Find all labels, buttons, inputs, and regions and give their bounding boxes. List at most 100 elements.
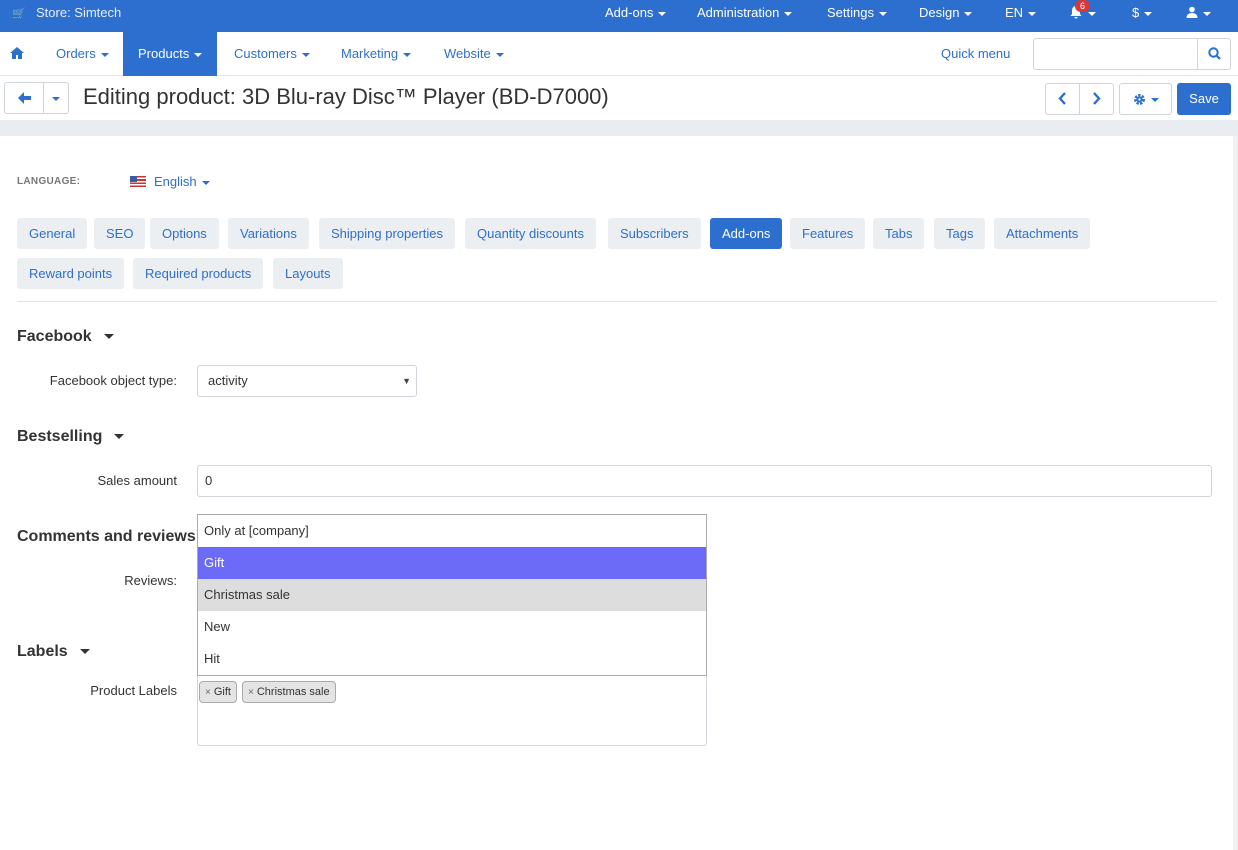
- top-menu-label: EN: [1005, 5, 1024, 20]
- tab-required-products[interactable]: Required products: [133, 258, 264, 289]
- chip-label: Gift: [213, 686, 231, 698]
- chevron-down-icon: [658, 11, 667, 16]
- currency-menu[interactable]: $: [1132, 0, 1153, 26]
- tab-attachments[interactable]: Attachments: [994, 218, 1091, 249]
- chevron-down-icon: [1144, 11, 1153, 16]
- tab-layouts[interactable]: Layouts: [273, 258, 343, 289]
- selected-label-chip: × Christmas sale: [242, 681, 336, 703]
- facebook-object-type-label: Facebook object type:: [49, 373, 177, 388]
- nav-customers[interactable]: Customers: [234, 32, 310, 76]
- bestselling-section-toggle[interactable]: Bestselling: [17, 428, 125, 446]
- labels-section-toggle[interactable]: Labels: [17, 643, 90, 661]
- gear-icon: [1133, 94, 1145, 105]
- chevron-down-icon: [784, 11, 793, 16]
- dropdown-option-selected[interactable]: Gift: [198, 547, 706, 579]
- top-menu-design[interactable]: Design: [919, 0, 973, 26]
- tab-tags[interactable]: Tags: [934, 218, 986, 249]
- top-menu-label: Add-ons: [605, 5, 654, 20]
- nav-website[interactable]: Website: [444, 32, 504, 76]
- chevron-down-icon: [1088, 11, 1096, 16]
- previous-product-button[interactable]: [1045, 83, 1080, 115]
- selected-label-chip: × Gift: [199, 681, 237, 703]
- settings-dropdown-button[interactable]: [1119, 83, 1172, 115]
- nav-label: Customers: [234, 46, 297, 61]
- tab-variations[interactable]: Variations: [228, 218, 309, 249]
- language-value: English: [154, 174, 197, 189]
- dropdown-option[interactable]: New: [198, 611, 706, 643]
- nav-marketing[interactable]: Marketing: [341, 32, 412, 76]
- sales-amount-label: Sales amount: [97, 473, 178, 488]
- dropdown-option[interactable]: Only at [company]: [198, 515, 706, 547]
- nav-products[interactable]: Products: [123, 32, 218, 76]
- labels-dropdown-list: Only at [company] Gift Christmas sale Ne…: [197, 514, 707, 676]
- caret-down-icon: [79, 649, 90, 655]
- chevron-down-icon: [1203, 11, 1211, 16]
- dropdown-option[interactable]: Hit: [198, 643, 706, 675]
- tab-subscribers[interactable]: Subscribers: [608, 218, 701, 249]
- cart-icon: 🛒: [12, 8, 26, 20]
- store-name: Store: Simtech: [36, 5, 122, 20]
- chip-label: Christmas sale: [256, 686, 330, 698]
- facebook-section-toggle[interactable]: Facebook: [17, 328, 114, 346]
- reviews-label: Reviews:: [124, 573, 177, 588]
- back-dropdown-button[interactable]: [43, 82, 69, 114]
- nav-orders[interactable]: Orders: [56, 32, 109, 76]
- language-selector[interactable]: English: [130, 174, 210, 189]
- chevron-down-icon: [201, 180, 210, 185]
- chevron-down-icon: [878, 11, 887, 16]
- remove-chip-icon[interactable]: ×: [205, 687, 211, 698]
- page-scrollbar[interactable]: [1233, 136, 1238, 850]
- chevron-down-icon: [100, 52, 109, 57]
- tab-general[interactable]: General: [17, 218, 88, 249]
- user-menu[interactable]: [1186, 0, 1211, 26]
- store-link[interactable]: 🛒 Store: Simtech: [12, 0, 121, 26]
- top-menu-language[interactable]: EN: [1005, 0, 1037, 26]
- chevron-down-icon: [1028, 11, 1037, 16]
- nav-label: Marketing: [341, 46, 399, 61]
- tab-tabs[interactable]: Tabs: [873, 218, 925, 249]
- title-bar: Editing product: 3D Blu-ray Disc™ Player…: [0, 76, 1238, 122]
- chevron-down-icon: [403, 52, 412, 57]
- main-nav: Orders Products Customers Marketing Webs…: [0, 32, 1238, 76]
- tab-shipping-properties[interactable]: Shipping properties: [319, 218, 456, 249]
- top-menu-label: Design: [919, 5, 960, 20]
- select-arrow-icon: ▼: [402, 376, 411, 386]
- top-bar: 🛒 Store: Simtech Add-ons Administration S…: [0, 0, 1238, 32]
- search-button[interactable]: [1197, 39, 1230, 69]
- home-button[interactable]: [10, 32, 24, 76]
- remove-chip-icon[interactable]: ×: [248, 687, 254, 698]
- sales-amount-input[interactable]: 0: [197, 465, 1212, 497]
- facebook-object-type-select[interactable]: activity ▼: [197, 365, 417, 397]
- next-product-button[interactable]: [1079, 83, 1114, 115]
- search-box: [1033, 38, 1231, 70]
- caret-down-icon: [114, 434, 125, 440]
- tab-options[interactable]: Options: [150, 218, 219, 249]
- tab-seo[interactable]: SEO: [94, 218, 146, 249]
- chevron-down-icon: [301, 52, 310, 57]
- tabs-divider: [17, 301, 1217, 302]
- chevron-down-icon: [964, 11, 973, 16]
- back-button[interactable]: [4, 82, 44, 114]
- top-menu-settings[interactable]: Settings: [827, 0, 887, 26]
- save-button[interactable]: Save: [1177, 83, 1231, 115]
- currency-label: $: [1132, 5, 1140, 20]
- top-menu-addons[interactable]: Add-ons: [605, 0, 667, 26]
- tab-reward-points[interactable]: Reward points: [17, 258, 125, 289]
- select-value: activity: [208, 373, 248, 388]
- quick-menu-link[interactable]: Quick menu: [941, 32, 1010, 76]
- tab-features[interactable]: Features: [790, 218, 866, 249]
- product-labels-label: Product Labels: [90, 683, 177, 698]
- search-icon: [1207, 47, 1221, 60]
- tab-quantity-discounts[interactable]: Quantity discounts: [465, 218, 596, 249]
- tab-addons[interactable]: Add-ons: [710, 218, 783, 249]
- chevron-down-icon: [194, 52, 203, 57]
- section-title: Labels: [17, 643, 68, 660]
- top-menu-administration[interactable]: Administration: [697, 0, 793, 26]
- product-labels-multiselect[interactable]: × Gift × Christmas sale: [197, 676, 707, 746]
- dropdown-option-highlighted[interactable]: Christmas sale: [198, 579, 706, 611]
- nav-label: Website: [444, 46, 491, 61]
- search-input[interactable]: [1034, 39, 1198, 69]
- comments-section-toggle[interactable]: Comments and reviews: [17, 528, 196, 546]
- notification-count-badge: 6: [1075, 0, 1090, 12]
- chevron-right-icon: [1093, 92, 1101, 105]
